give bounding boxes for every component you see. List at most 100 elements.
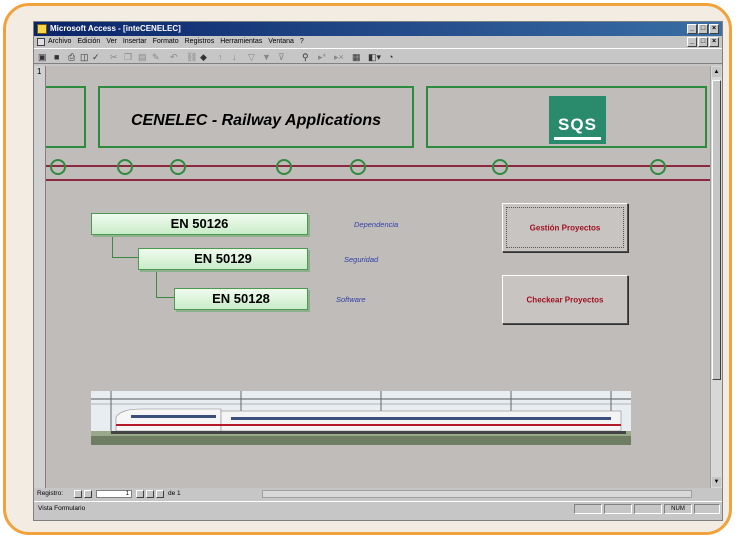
- copy-icon[interactable]: ❐: [124, 52, 132, 62]
- print-preview-icon[interactable]: ◫: [80, 52, 89, 62]
- tree-connector: [156, 266, 157, 298]
- last-record-icon[interactable]: [146, 490, 154, 498]
- sort-ascending-icon[interactable]: ↑: [218, 52, 223, 62]
- find-icon[interactable]: ⚲: [302, 52, 309, 62]
- en-50126-button[interactable]: EN 50126: [91, 213, 308, 235]
- track-circle: [350, 159, 366, 175]
- mdi-close-button[interactable]: ×: [709, 37, 719, 47]
- gestion-proyectos-label: Gestión Proyectos: [529, 223, 601, 232]
- track-circle: [276, 159, 292, 175]
- undo-icon[interactable]: ↶: [170, 52, 178, 62]
- form-title: CENELEC - Railway Applications: [130, 112, 382, 129]
- insert-hyperlink-icon[interactable]: ⛓: [186, 52, 197, 62]
- tree-connector: [112, 257, 138, 258]
- maximize-button[interactable]: □: [698, 24, 708, 34]
- record-number-input[interactable]: 1: [96, 490, 132, 498]
- menu-ventana[interactable]: Ventana: [268, 36, 294, 48]
- paste-icon[interactable]: ▤: [138, 52, 147, 62]
- record-label: Registro:: [37, 490, 64, 497]
- track-circle: [50, 159, 66, 175]
- sqs-logo-underline: [554, 137, 601, 140]
- status-text: Vista Formulario: [38, 505, 86, 512]
- new-record-nav-icon[interactable]: [156, 490, 164, 498]
- track-line-upper: [46, 165, 711, 167]
- close-button[interactable]: ×: [709, 24, 719, 34]
- checkear-proyectos-button[interactable]: Checkear Proyectos: [502, 275, 628, 324]
- spelling-icon[interactable]: ✓: [92, 52, 100, 62]
- previous-record-icon[interactable]: [84, 490, 92, 498]
- header-title-box: CENELEC - Railway Applications: [98, 86, 414, 148]
- new-object-icon[interactable]: ◧▾: [368, 52, 381, 62]
- menu-ver[interactable]: Ver: [106, 36, 117, 48]
- cut-icon[interactable]: ✂: [110, 52, 118, 62]
- header-left-box: [46, 86, 86, 148]
- focus-rect: Gestión Proyectos: [506, 207, 624, 248]
- mdi-minimize-button[interactable]: _: [687, 37, 697, 47]
- filter-by-selection-icon[interactable]: ▽: [248, 52, 255, 62]
- menu-archivo[interactable]: Archivo: [48, 36, 71, 48]
- horizontal-scrollbar[interactable]: [262, 490, 692, 498]
- menu-insertar[interactable]: Insertar: [123, 36, 147, 48]
- apply-filter-icon[interactable]: ⊽: [278, 52, 285, 62]
- status-panel: [694, 504, 720, 514]
- record-total: de 1: [168, 490, 181, 497]
- toolbar: ▣ ■ ⎙ ◫ ✓ ✂ ❐ ▤ ✎ ↶ ⛓ ◆ ↑ ↓ ▽ ▼ ⊽ ⚲ ▸* ▸…: [34, 48, 722, 64]
- record-selector-mark: 1: [37, 67, 42, 76]
- menu-registros[interactable]: Registros: [185, 36, 215, 48]
- record-navigation-bar: Registro: 1 de 1: [34, 488, 722, 500]
- form-canvas: CENELEC - Railway Applications SQS EN 50…: [46, 66, 711, 488]
- office-assistant-icon[interactable]: ◔: [388, 52, 393, 62]
- gestion-proyectos-button[interactable]: Gestión Proyectos: [502, 203, 628, 252]
- print-icon[interactable]: ⎙: [68, 52, 75, 62]
- en-50128-button[interactable]: EN 50128: [174, 288, 308, 310]
- vertical-scrollbar[interactable]: ▲ ▼: [710, 66, 722, 488]
- status-panel: [574, 504, 602, 514]
- en-50128-description: Software: [336, 295, 366, 304]
- window-title: Microsoft Access - [inteCENELEC]: [50, 24, 181, 33]
- record-selector: 1: [34, 66, 46, 488]
- track-circle: [117, 159, 133, 175]
- sort-descending-icon[interactable]: ↓: [232, 52, 237, 62]
- en-50129-button[interactable]: EN 50129: [138, 248, 308, 270]
- scroll-up-arrow-icon[interactable]: ▲: [712, 67, 721, 77]
- web-toolbar-icon[interactable]: ◆: [200, 52, 207, 62]
- database-window-icon[interactable]: ▦: [352, 52, 361, 62]
- en-50126-description: Dependencia: [354, 220, 399, 229]
- form-document-icon[interactable]: [37, 38, 45, 46]
- first-record-icon[interactable]: [74, 490, 82, 498]
- track-circle: [170, 159, 186, 175]
- save-icon[interactable]: ■: [54, 52, 59, 62]
- status-bar: Vista Formulario NUM: [34, 501, 722, 516]
- en-50129-description: Seguridad: [344, 255, 379, 264]
- button-inner: Checkear Proyectos: [506, 279, 624, 320]
- menu-formato[interactable]: Formato: [153, 36, 179, 48]
- checkear-proyectos-label: Checkear Proyectos: [526, 295, 604, 304]
- next-record-icon[interactable]: [136, 490, 144, 498]
- title-bar: Microsoft Access - [inteCENELEC] _ □ ×: [34, 22, 722, 36]
- format-painter-icon[interactable]: ✎: [152, 52, 160, 62]
- access-key-icon: [37, 24, 47, 34]
- sqs-logo-text: SQS: [558, 115, 597, 134]
- scroll-down-arrow-icon[interactable]: ▼: [712, 477, 721, 487]
- track-circle: [650, 159, 666, 175]
- status-panel: [604, 504, 632, 514]
- view-icon[interactable]: ▣: [38, 52, 47, 62]
- track-line-lower: [46, 179, 711, 181]
- menu-edicion[interactable]: Edición: [77, 36, 100, 48]
- menu-herramientas[interactable]: Herramientas: [220, 36, 262, 48]
- tree-connector: [112, 234, 113, 258]
- track-circle: [492, 159, 508, 175]
- header-logo-box: SQS: [426, 86, 707, 148]
- minimize-button[interactable]: _: [687, 24, 697, 34]
- menu-ayuda[interactable]: ?: [300, 36, 304, 48]
- mdi-restore-button[interactable]: □: [698, 37, 708, 47]
- vertical-scroll-thumb[interactable]: [712, 80, 721, 380]
- sqs-logo: SQS: [549, 96, 606, 144]
- filter-by-form-icon[interactable]: ▼: [262, 52, 271, 62]
- new-record-icon[interactable]: ▸*: [318, 52, 326, 62]
- access-window: Microsoft Access - [inteCENELEC] _ □ × A…: [33, 21, 723, 521]
- delete-record-icon[interactable]: ▸×: [334, 52, 344, 62]
- tree-connector: [156, 297, 174, 298]
- status-panel: [634, 504, 662, 514]
- num-lock-indicator: NUM: [664, 504, 692, 514]
